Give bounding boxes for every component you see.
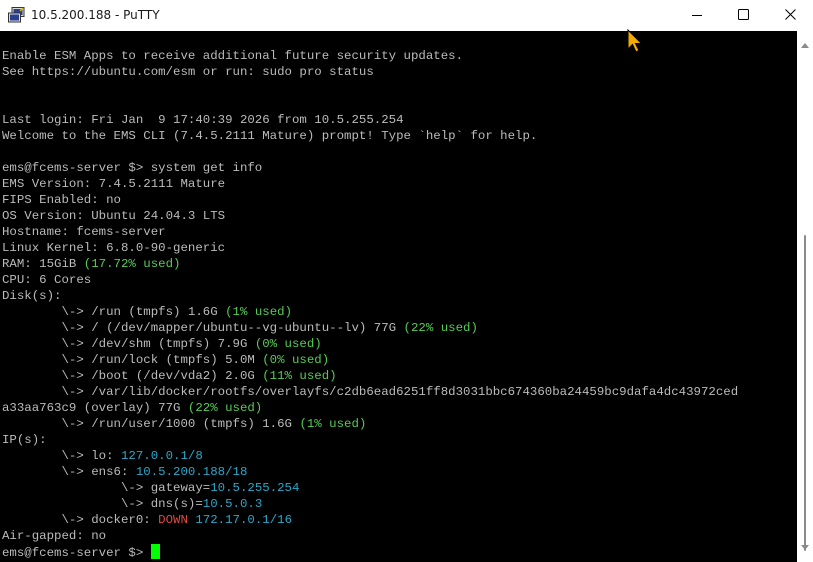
minimize-icon (692, 7, 702, 25)
vertical-scrollbar[interactable] (797, 31, 813, 562)
terminal-line: \-> / (/dev/mapper/ubuntu--vg-ubuntu--lv… (2, 321, 478, 335)
terminal-line: ems@fcems-server $> (2, 544, 738, 560)
terminal-line: See https://ubuntu.com/esm or run: sudo … (2, 65, 374, 79)
terminal-line: ems@fcems-server $> system get info (2, 161, 263, 175)
mouse-pointer-icon (627, 28, 643, 55)
terminal-line: Linux Kernel: 6.8.0-90-generic (2, 241, 226, 255)
terminal-line: FIPS Enabled: no (2, 193, 121, 207)
terminal-line: Disk(s): (2, 289, 62, 303)
scroll-up-arrow-icon[interactable] (801, 35, 809, 53)
scroll-down-arrow-icon[interactable] (801, 538, 809, 556)
terminal-line: \-> /var/lib/docker/rootfs/overlayfs/c2d… (2, 385, 739, 399)
terminal-line: \-> /run/lock (tmpfs) 5.0M (0% used) (2, 353, 330, 367)
terminal-area[interactable]: Enable ESM Apps to receive additional fu… (0, 31, 797, 562)
terminal-line: a33aa763c9 (overlay) 77G (22% used) (2, 401, 263, 415)
terminal-line: \-> /run (tmpfs) 1.6G (1% used) (2, 305, 292, 319)
scrollbar-thumb[interactable] (804, 235, 806, 551)
title-bar[interactable]: 10.5.200.188 - PuTTY (0, 0, 813, 31)
terminal-line: \-> /boot (/dev/vda2) 2.0G (11% used) (2, 369, 337, 383)
minimize-button[interactable] (674, 0, 720, 31)
maximize-button[interactable] (720, 0, 766, 31)
close-icon (784, 7, 796, 25)
text-cursor (150, 544, 160, 559)
terminal-line: OS Version: Ubuntu 24.04.3 LTS (2, 209, 226, 223)
terminal-line: \-> docker0: DOWN 172.17.0.1/16 (2, 513, 293, 527)
terminal-output: Enable ESM Apps to receive additional fu… (2, 48, 738, 560)
terminal-line: \-> lo: 127.0.0.1/8 (2, 449, 203, 463)
window-title: 10.5.200.188 - PuTTY (31, 8, 160, 22)
close-button[interactable] (767, 0, 813, 31)
terminal-line: RAM: 15GiB (17.72% used) (2, 257, 181, 271)
terminal-line: \-> dns(s)=10.5.0.3 (2, 497, 263, 511)
maximize-icon (737, 7, 749, 25)
terminal-line: Last login: Fri Jan 9 17:40:39 2026 from… (2, 113, 404, 127)
terminal-line: Air-gapped: no (2, 529, 107, 543)
terminal-line: \-> gateway=10.5.255.254 (2, 481, 300, 495)
terminal-line: CPU: 6 Cores (2, 273, 92, 287)
putty-window: 10.5.200.188 - PuTTY Enable ESM Apps to … (0, 0, 813, 562)
putty-icon[interactable] (8, 7, 26, 23)
terminal-line: IP(s): (2, 433, 47, 447)
terminal-line: EMS Version: 7.4.5.2111 Mature (2, 177, 226, 191)
terminal-line: Welcome to the EMS CLI (7.4.5.2111 Matur… (2, 129, 538, 143)
terminal-line: Hostname: fcems-server (2, 225, 166, 239)
terminal-line: \-> ens6: 10.5.200.188/18 (2, 465, 248, 479)
terminal-line: \-> /dev/shm (tmpfs) 7.9G (0% used) (2, 337, 322, 351)
terminal-line: \-> /run/user/1000 (tmpfs) 1.6G (1% used… (2, 417, 367, 431)
